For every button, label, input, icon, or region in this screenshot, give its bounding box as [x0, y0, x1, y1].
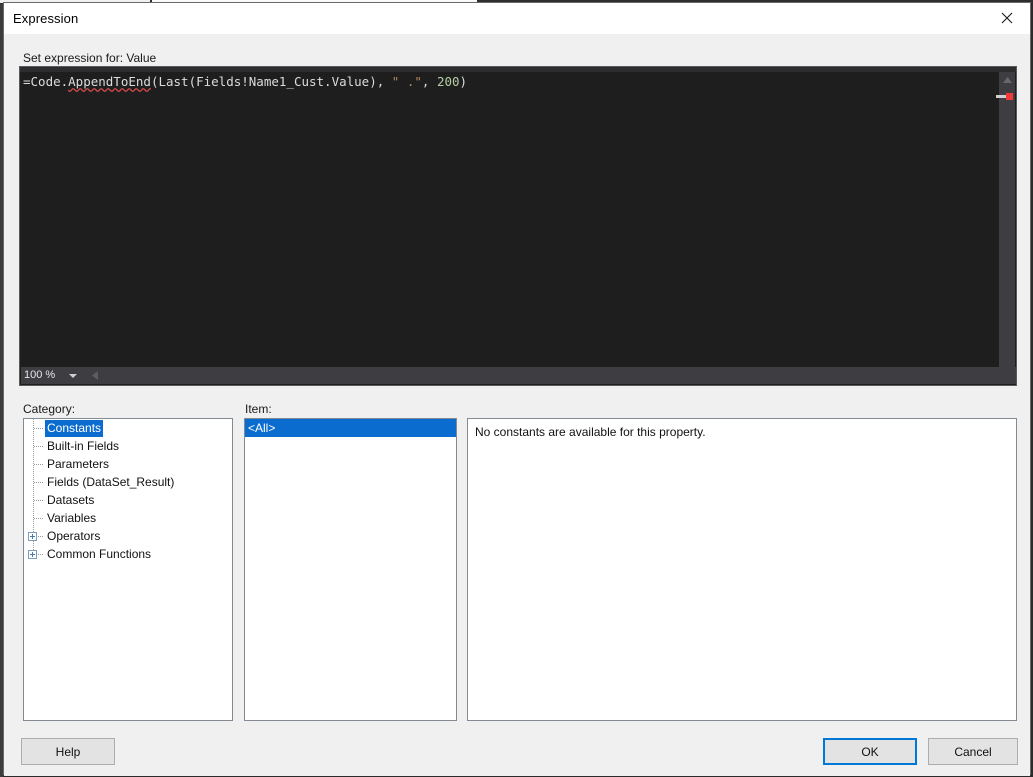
tree-elbow-line [34, 482, 43, 483]
set-expression-label: Set expression for: Value [23, 51, 157, 65]
category-item-label: Datasets [47, 492, 95, 507]
code-token-comma: , [421, 74, 437, 89]
editor-bottom-bar: 100 % [21, 367, 1016, 384]
category-item-label: Constants [45, 419, 104, 437]
change-marker [996, 95, 1006, 98]
category-item-label: Fields (DataSet_Result) [47, 474, 175, 489]
error-marker [1006, 93, 1013, 100]
zoom-level-value: 100 % [24, 369, 56, 381]
category-item-label: Built-in Fields [47, 438, 120, 453]
category-item-variables[interactable]: Variables [24, 509, 232, 527]
description-text: No constants are available for this prop… [475, 425, 706, 439]
category-item-operators[interactable]: Operators [24, 527, 232, 545]
category-item-label: Common Functions [47, 546, 152, 561]
tree-elbow-line [34, 500, 43, 501]
category-item-label: Parameters [47, 456, 110, 471]
description-panel: No constants are available for this prop… [467, 418, 1017, 721]
ok-button[interactable]: OK [823, 738, 917, 765]
category-tree-rows: Constants Built-in Fields Parameters Fields… [24, 419, 232, 563]
category-tree[interactable]: Constants Built-in Fields Parameters Fields… [23, 418, 233, 721]
category-item-label: Variables [47, 510, 97, 525]
caret-left-icon[interactable] [87, 367, 102, 384]
chevron-down-icon [69, 374, 77, 378]
category-item-label: Operators [47, 528, 101, 543]
expand-plus-icon[interactable] [28, 550, 37, 559]
code-token-function: AppendToEnd [68, 74, 151, 89]
editor-vertical-scrollbar[interactable] [996, 72, 1015, 383]
code-token-string: " ." [391, 74, 422, 89]
dialog-body: Set expression for: Value =Code.AppendTo… [4, 34, 1030, 776]
category-item-fields-dataset-result[interactable]: Fields (DataSet_Result) [24, 473, 232, 491]
category-item-constants[interactable]: Constants [24, 419, 232, 437]
expression-dialog: Expression Set expression for: Value =Co… [3, 2, 1031, 776]
category-item-common-functions[interactable]: Common Functions [24, 545, 232, 563]
item-list[interactable]: <All> [244, 418, 457, 721]
tree-elbow-line [34, 446, 43, 447]
code-token-args: (Last(Fields!Name1_Cust.Value), [150, 74, 392, 89]
dialog-title-bar: Expression [4, 3, 1030, 34]
code-token-prefix: =Code. [23, 74, 69, 89]
editor-scrollbar-corner [999, 367, 1015, 384]
item-list-rows: <All> [245, 419, 456, 437]
editor-horizontal-scrollbar[interactable] [102, 367, 1002, 384]
zoom-level-dropdown[interactable]: 100 % [21, 367, 85, 384]
expression-editor[interactable]: =Code.AppendToEnd(Last(Fields!Name1_Cust… [19, 66, 1017, 386]
tree-elbow-line [34, 428, 43, 429]
dialog-title: Expression [13, 11, 79, 26]
category-item-built-in-fields[interactable]: Built-in Fields [24, 437, 232, 455]
cancel-button[interactable]: Cancel [928, 738, 1018, 765]
tree-elbow-line [34, 464, 43, 465]
code-token-suffix: ) [459, 74, 468, 89]
item-list-row[interactable]: <All> [245, 419, 456, 437]
category-label: Category: [23, 402, 76, 416]
item-label: Item: [245, 402, 272, 416]
tree-elbow-line [34, 518, 43, 519]
expand-plus-icon[interactable] [28, 532, 37, 541]
caret-up-icon[interactable] [999, 72, 1015, 87]
code-token-number: 200 [436, 74, 460, 89]
close-icon[interactable] [984, 3, 1030, 33]
expression-code-text[interactable]: =Code.AppendToEnd(Last(Fields!Name1_Cust… [21, 72, 991, 384]
help-button[interactable]: Help [21, 738, 115, 765]
category-item-parameters[interactable]: Parameters [24, 455, 232, 473]
category-item-datasets[interactable]: Datasets [24, 491, 232, 509]
